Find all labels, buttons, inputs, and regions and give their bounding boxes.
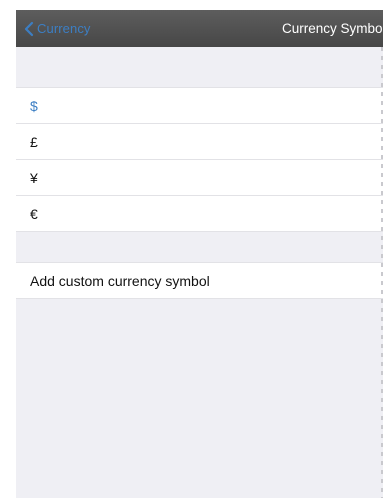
currency-symbol-label: ¥ [30, 170, 38, 186]
custom-symbol-list: Add custom currency symbol [16, 263, 383, 299]
currency-symbol-list: $ £ ¥ € [16, 88, 383, 232]
currency-symbol-label: £ [30, 134, 38, 150]
currency-symbol-label: $ [30, 98, 38, 114]
section-spacer [16, 232, 383, 262]
currency-symbol-yen[interactable]: ¥ [16, 160, 383, 196]
app-window: Currency Currency Symbo $ £ ¥ € Add cust… [16, 10, 383, 498]
back-button[interactable]: Currency [24, 10, 91, 47]
empty-background [16, 299, 383, 498]
currency-symbol-label: € [30, 206, 38, 222]
currency-symbol-euro[interactable]: € [16, 196, 383, 232]
add-custom-currency-symbol-label: Add custom currency symbol [30, 273, 210, 289]
add-custom-currency-symbol-button[interactable]: Add custom currency symbol [16, 263, 383, 299]
page-title: Currency Symbo [282, 21, 383, 36]
currency-symbol-dollar[interactable]: $ [16, 88, 383, 124]
chevron-left-icon [24, 21, 34, 37]
back-button-label: Currency [37, 21, 91, 36]
section-spacer [16, 47, 383, 87]
currency-symbol-pound[interactable]: £ [16, 124, 383, 160]
navigation-bar: Currency Currency Symbo [16, 10, 383, 47]
